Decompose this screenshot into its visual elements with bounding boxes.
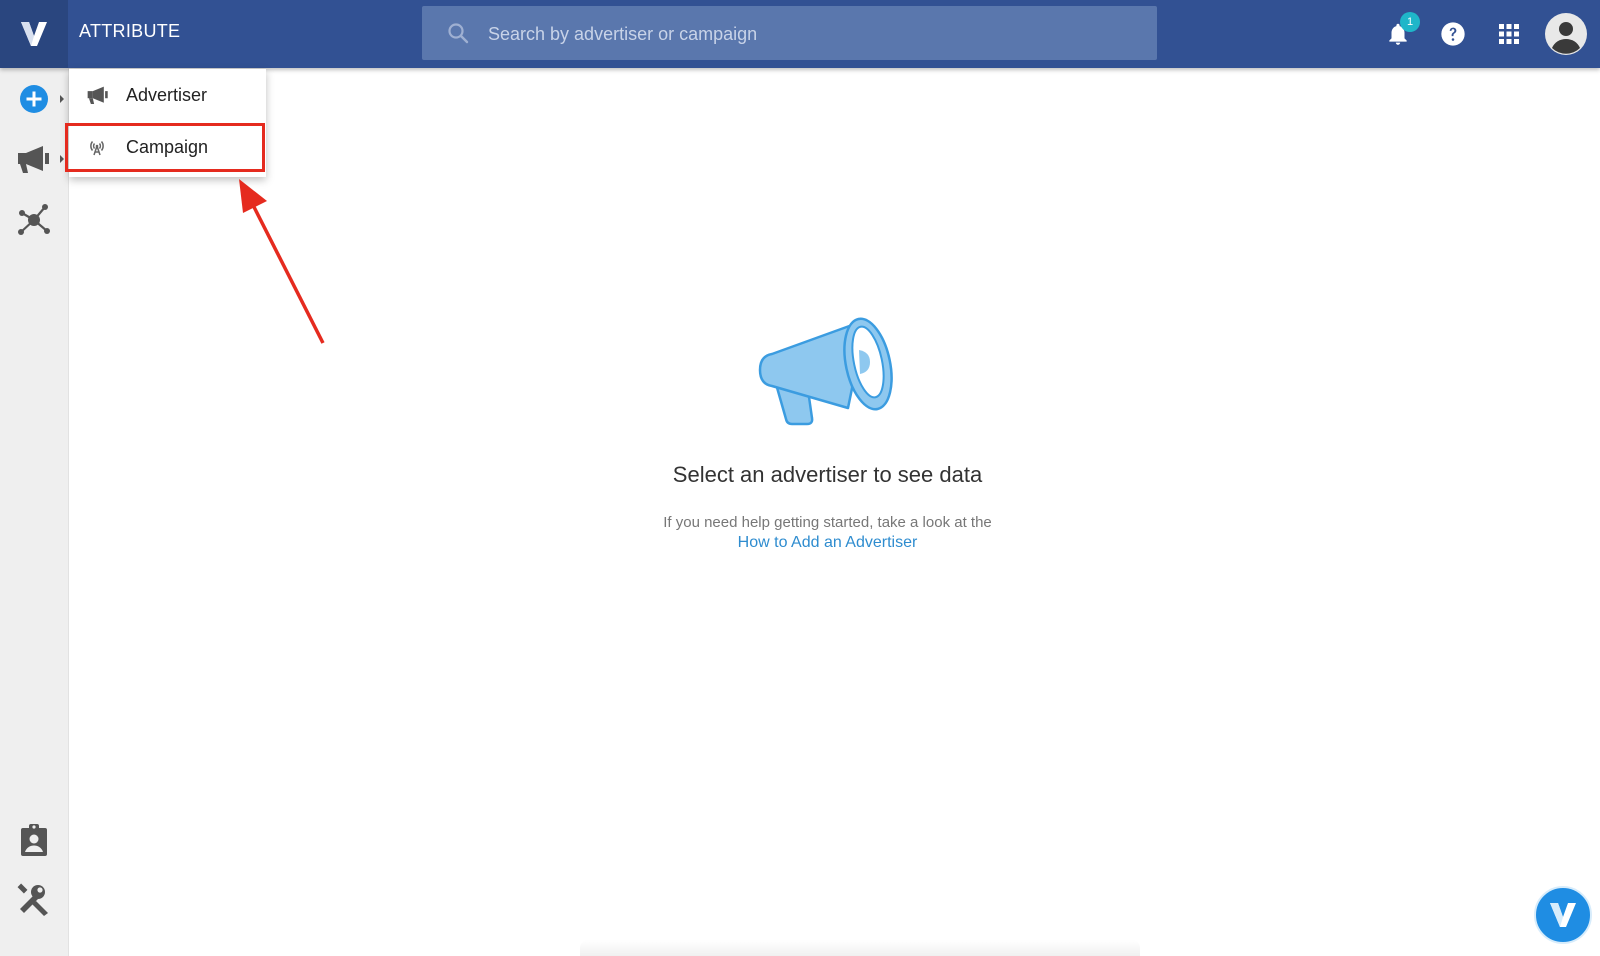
menu-item-advertiser[interactable]: Advertiser (69, 69, 266, 121)
annotation-arrow-icon (239, 179, 325, 344)
notification-badge: 1 (1400, 12, 1420, 32)
bottom-panel-shadow (580, 940, 1140, 956)
broadcast-icon (87, 137, 107, 162)
megaphone-icon (87, 85, 109, 110)
megaphone-illustration-icon (758, 317, 893, 426)
menu-item-label: Campaign (126, 136, 209, 157)
empty-state-title: Select an advertiser to see data (672, 462, 983, 487)
how-to-add-advertiser-link[interactable]: How to Add an Advertiser (570, 534, 1085, 552)
search-icon (446, 21, 470, 50)
rail-network-button[interactable] (0, 202, 68, 238)
tools-icon (17, 883, 48, 916)
v-logo-icon (1550, 903, 1576, 927)
rail-tools-button[interactable] (0, 882, 68, 918)
v-logo-icon (21, 22, 47, 46)
create-dropdown-menu: Advertiser Campaign (69, 69, 266, 177)
assignment-icon (21, 824, 47, 856)
menu-item-campaign[interactable]: Campaign (69, 121, 266, 173)
add-icon (20, 85, 48, 113)
apps-grid-icon (1499, 24, 1519, 44)
network-icon (18, 204, 50, 235)
rail-assignment-button[interactable] (0, 822, 68, 858)
account-avatar-icon (1545, 13, 1587, 55)
help-button[interactable] (1433, 14, 1473, 54)
apps-button[interactable] (1489, 14, 1529, 54)
menu-item-label: Advertiser (126, 84, 208, 105)
empty-state-help-text: If you need help getting started, take a… (663, 514, 992, 531)
search-bar[interactable] (422, 6, 1157, 62)
app-logo[interactable] (0, 0, 68, 68)
help-icon (1441, 22, 1465, 46)
rail-add-button[interactable] (0, 82, 68, 116)
left-rail (0, 68, 69, 956)
rail-advertisers-button[interactable] (0, 142, 68, 176)
support-chat-button[interactable] (1534, 886, 1592, 944)
account-button[interactable] (1543, 11, 1589, 57)
megaphone-icon (18, 146, 49, 173)
top-bar: ATTRIBUTE 1 (0, 0, 1600, 68)
app-title: ATTRIBUTE (79, 21, 181, 41)
rail-advertisers-caret (60, 155, 64, 163)
rail-add-caret (60, 95, 64, 103)
search-input[interactable] (486, 6, 1140, 62)
